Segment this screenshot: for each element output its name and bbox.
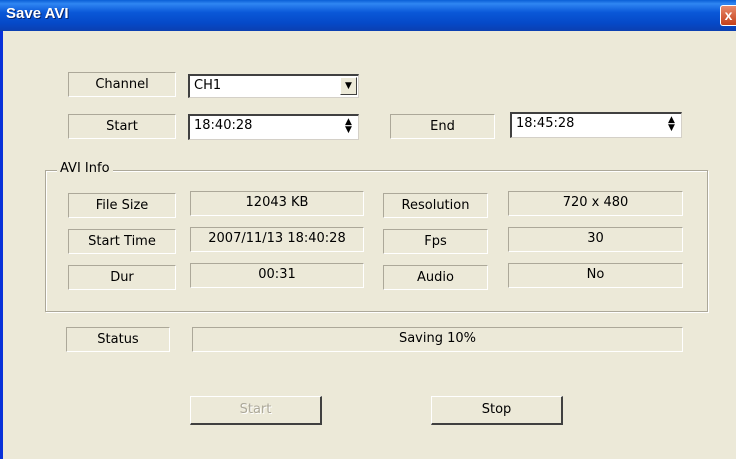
- end-label: End: [390, 114, 495, 139]
- title-bar[interactable]: Save AVI x: [0, 0, 736, 31]
- dur-label: Dur: [68, 265, 176, 290]
- audio-label: Audio: [383, 265, 488, 290]
- close-button[interactable]: x: [720, 5, 736, 26]
- start-time-input[interactable]: 18:40:28 ▲ ▼: [188, 114, 359, 140]
- start-time-value: 18:40:28: [194, 118, 253, 133]
- close-icon: x: [724, 7, 733, 23]
- resolution-label: Resolution: [383, 193, 488, 218]
- channel-value: CH1: [194, 78, 222, 93]
- status-progress-bar: Saving 10%: [192, 327, 683, 352]
- status-label: Status: [66, 327, 170, 352]
- start-time-info-value: 2007/11/13 18:40:28: [190, 227, 364, 252]
- end-time-input[interactable]: 18:45:28 ▲ ▼: [510, 112, 682, 138]
- status-value: Saving 10%: [398, 331, 477, 346]
- chevron-down-icon[interactable]: ▼: [340, 77, 357, 95]
- start-time-label: Start Time: [68, 229, 176, 254]
- start-spin-icon[interactable]: ▲ ▼: [341, 117, 356, 136]
- window-title: Save AVI: [6, 5, 69, 22]
- start-label: Start: [68, 114, 176, 139]
- channel-select[interactable]: CH1 ▼: [188, 74, 359, 98]
- file-size-label: File Size: [68, 193, 176, 218]
- stop-button[interactable]: Stop: [431, 396, 563, 425]
- file-size-value: 12043 KB: [190, 191, 364, 216]
- end-time-value: 18:45:28: [516, 116, 575, 131]
- fps-label: Fps: [383, 229, 488, 254]
- end-spin-icon[interactable]: ▲ ▼: [664, 115, 679, 134]
- dur-value: 00:31: [190, 263, 364, 288]
- channel-label: Channel: [68, 72, 176, 97]
- window-frame: [0, 31, 3, 459]
- resolution-value: 720 x 480: [508, 191, 683, 216]
- audio-value: No: [508, 263, 683, 288]
- fps-value: 30: [508, 227, 683, 252]
- start-button[interactable]: Start: [190, 396, 322, 425]
- avi-info-title: AVI Info: [57, 160, 113, 178]
